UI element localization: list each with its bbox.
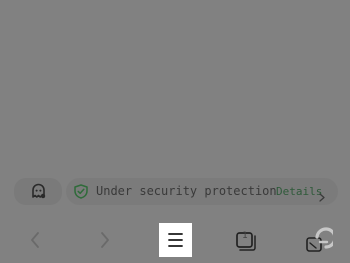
- shield-check-icon: [74, 184, 88, 199]
- menu-button[interactable]: [159, 223, 192, 257]
- ghost-icon: [30, 183, 47, 200]
- profile-icon: [299, 223, 333, 257]
- chevron-right-icon: [88, 223, 122, 257]
- security-status-text: Under security protection: [96, 184, 277, 198]
- profile-button[interactable]: [299, 223, 333, 257]
- chevron-left-icon: [18, 223, 52, 257]
- security-status-bar[interactable]: Under security protection Details: [66, 178, 338, 205]
- forward-button[interactable]: [88, 223, 122, 257]
- hamburger-menu-icon: [159, 223, 192, 257]
- incognito-button[interactable]: [14, 178, 62, 205]
- tabs-button[interactable]: 1: [228, 223, 262, 257]
- bottom-navigation-bar: 1: [0, 219, 350, 263]
- details-link[interactable]: Details: [276, 185, 322, 198]
- back-button[interactable]: [18, 223, 52, 257]
- chevron-right-icon: [319, 187, 325, 202]
- tabs-count: 1: [242, 231, 248, 241]
